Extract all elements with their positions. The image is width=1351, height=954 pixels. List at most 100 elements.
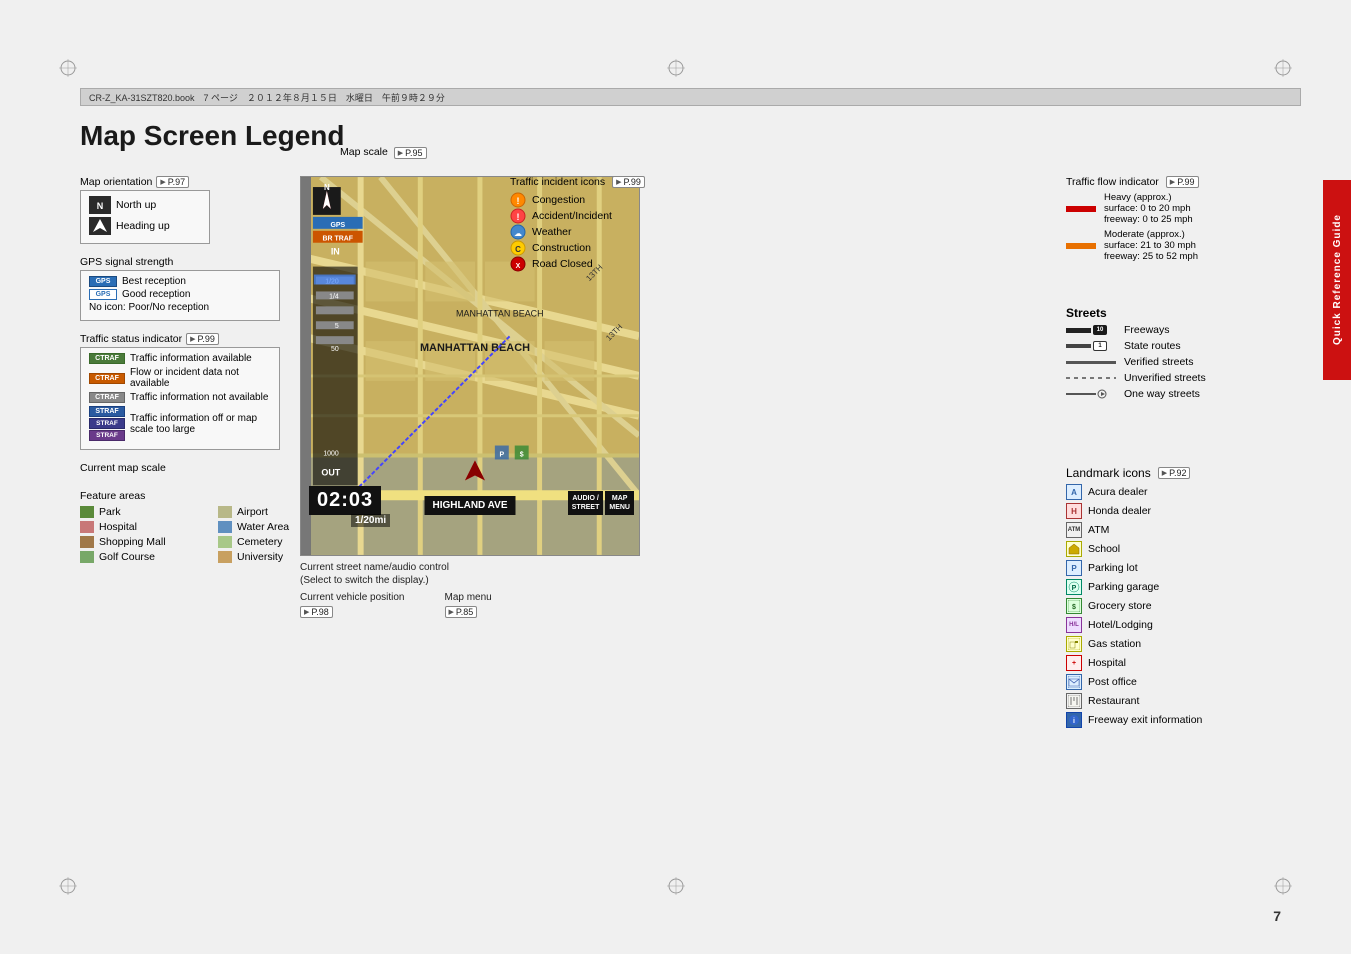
incident-construction: C Construction <box>510 240 645 256</box>
svg-text:BR TRAF: BR TRAF <box>323 236 353 243</box>
svg-text:X: X <box>516 263 521 270</box>
landmark-parking: P Parking lot <box>1066 560 1266 576</box>
landmark-label: Landmark icons P.92 <box>1066 466 1266 480</box>
landmark-garage: P Parking garage <box>1066 579 1266 595</box>
honda-label: Honda dealer <box>1088 505 1151 517</box>
map-time-display: 02:03 <box>309 486 381 515</box>
congestion-label: Congestion <box>532 194 585 206</box>
svg-text:50: 50 <box>331 346 339 353</box>
freeway-badge: 10 <box>1093 325 1107 335</box>
svg-text:$: $ <box>1072 604 1076 611</box>
map-orientation-ref: P.97 <box>156 176 189 188</box>
svg-text:OUT: OUT <box>321 467 340 477</box>
incident-label: Traffic incident icons P.99 <box>510 176 645 188</box>
school-icon <box>1066 541 1082 557</box>
street-freeway: 10 Freeways <box>1066 324 1266 336</box>
audio-street-button[interactable]: AUDIO / STREET <box>568 491 604 515</box>
verified-label: Verified streets <box>1124 356 1193 368</box>
svg-text:1/4: 1/4 <box>329 293 339 300</box>
traffic-status-text: Traffic status indicator <box>80 333 182 345</box>
traffic-flow-badge: CTRAF <box>89 373 125 384</box>
gps-text: GPS signal strength <box>80 256 173 268</box>
flow-moderate: Moderate (approx.)surface: 21 to 30 mphf… <box>1066 229 1266 262</box>
cemetery-label: Cemetery <box>237 536 283 548</box>
state-line <box>1066 344 1091 348</box>
landmark-restaurant: Restaurant <box>1066 693 1266 709</box>
streets-section: Streets 10 Freeways <box>1066 306 1266 404</box>
gps-box: GPS Best reception GPS Good reception No… <box>80 270 280 321</box>
state-line-group: 1 <box>1066 341 1116 351</box>
streets-text: Streets <box>1066 306 1107 320</box>
restaurant-label: Restaurant <box>1088 695 1139 707</box>
grocery-label: Grocery store <box>1088 600 1152 612</box>
verified-line <box>1066 361 1116 364</box>
oneway-line-group <box>1066 389 1116 399</box>
traffic-flow-section: Traffic flow indicator P.99 Heavy (appro… <box>1066 176 1266 266</box>
congestion-icon: ! <box>510 192 526 208</box>
landmark-hotel: H/L Hotel/Lodging <box>1066 617 1266 633</box>
svg-text:N: N <box>324 183 330 192</box>
map-menu-button[interactable]: MAP MENU <box>605 491 634 515</box>
traffic-flow-label-row: Traffic flow indicator P.99 <box>1066 176 1266 188</box>
weather-label: Weather <box>532 226 572 238</box>
acura-label: Acura dealer <box>1088 486 1148 498</box>
parking-icon: P <box>1066 560 1082 576</box>
university-label: University <box>237 551 283 563</box>
feature-hospital: Hospital <box>80 521 202 533</box>
traffic-flow-items: Heavy (approx.)surface: 0 to 20 mphfreew… <box>1066 192 1266 262</box>
unverified-line <box>1066 377 1116 379</box>
unverified-label: Unverified streets <box>1124 372 1206 384</box>
current-street-text: Current street name/audio control <box>300 562 449 573</box>
atm-icon: ATM <box>1066 522 1082 538</box>
hotel-icon: H/L <box>1066 617 1082 633</box>
cemetery-swatch <box>218 536 232 548</box>
freeway-line-group: 10 <box>1066 325 1116 335</box>
airport-label: Airport <box>237 506 268 518</box>
feature-areas-label: Feature areas <box>80 490 300 502</box>
page-container: Quick Reference Guide CR-Z_KA-31SZT820.b… <box>0 0 1351 954</box>
landmark-text: Landmark icons <box>1066 466 1151 480</box>
hospital-swatch <box>80 521 94 533</box>
traffic-not-avail: CTRAF Traffic information not available <box>89 392 271 403</box>
streets-list: 10 Freeways 1 State routes <box>1066 324 1266 400</box>
reg-mark-bl <box>58 876 78 896</box>
incident-ref: P.99 <box>612 176 645 188</box>
airport-swatch <box>218 506 232 518</box>
traffic-off-badge3: STRAF <box>89 430 125 441</box>
road-closed-icon: X <box>510 256 526 272</box>
vehicle-position-annotation: Current vehicle position P.98 <box>300 592 405 618</box>
gps-none: No icon: Poor/No reception <box>89 302 271 313</box>
current-street-annotation: Current street name/audio control <box>300 562 660 573</box>
incident-section: Traffic incident icons P.99 ! Congestion… <box>510 176 645 272</box>
map-orientation-section: Map orientation P.97 N North up <box>80 176 300 244</box>
traffic-not-badge: CTRAF <box>89 392 125 403</box>
bottom-labels-row: Current vehicle position P.98 Map menu P… <box>300 592 660 618</box>
freeway-line <box>1066 328 1091 333</box>
map-menu-ref: P.85 <box>445 606 478 618</box>
svg-text:☁: ☁ <box>514 229 522 238</box>
svg-text:C: C <box>515 245 521 254</box>
orientation-heading: Heading up <box>89 217 201 235</box>
traffic-off: STRAF STRAF STRAF Traffic information of… <box>89 406 271 441</box>
feature-park: Park <box>80 506 202 518</box>
traffic-not-label: Traffic information not available <box>130 392 268 403</box>
atm-label: ATM <box>1088 524 1109 536</box>
accident-icon: ! <box>510 208 526 224</box>
reg-mark-tr <box>1273 58 1293 78</box>
right-column: Traffic incident icons P.99 ! Congestion… <box>660 176 1296 618</box>
svg-text:MANHATTAN BEACH: MANHATTAN BEACH <box>420 342 530 354</box>
header-text: CR-Z_KA-31SZT820.book 7 ページ ２０１２年８月１５日 水… <box>89 91 445 104</box>
freeway-exit-label: Freeway exit information <box>1088 714 1202 726</box>
svg-text:GPS: GPS <box>330 222 345 229</box>
traffic-status-section: Traffic status indicator P.99 CTRAF Traf… <box>80 333 300 450</box>
post-icon <box>1066 674 1082 690</box>
reg-mark-tl <box>58 58 78 78</box>
heading-up-icon <box>89 217 111 235</box>
landmark-section: Landmark icons P.92 A Acura dealer H Hon… <box>1066 466 1266 731</box>
page-number: 7 <box>1273 908 1281 924</box>
traffic-box: CTRAF Traffic information available CTRA… <box>80 347 280 450</box>
park-label: Park <box>99 506 121 518</box>
current-street-note: (Select to switch the display.) <box>300 575 429 586</box>
university-swatch <box>218 551 232 563</box>
gps-good-badge: GPS <box>89 289 117 300</box>
